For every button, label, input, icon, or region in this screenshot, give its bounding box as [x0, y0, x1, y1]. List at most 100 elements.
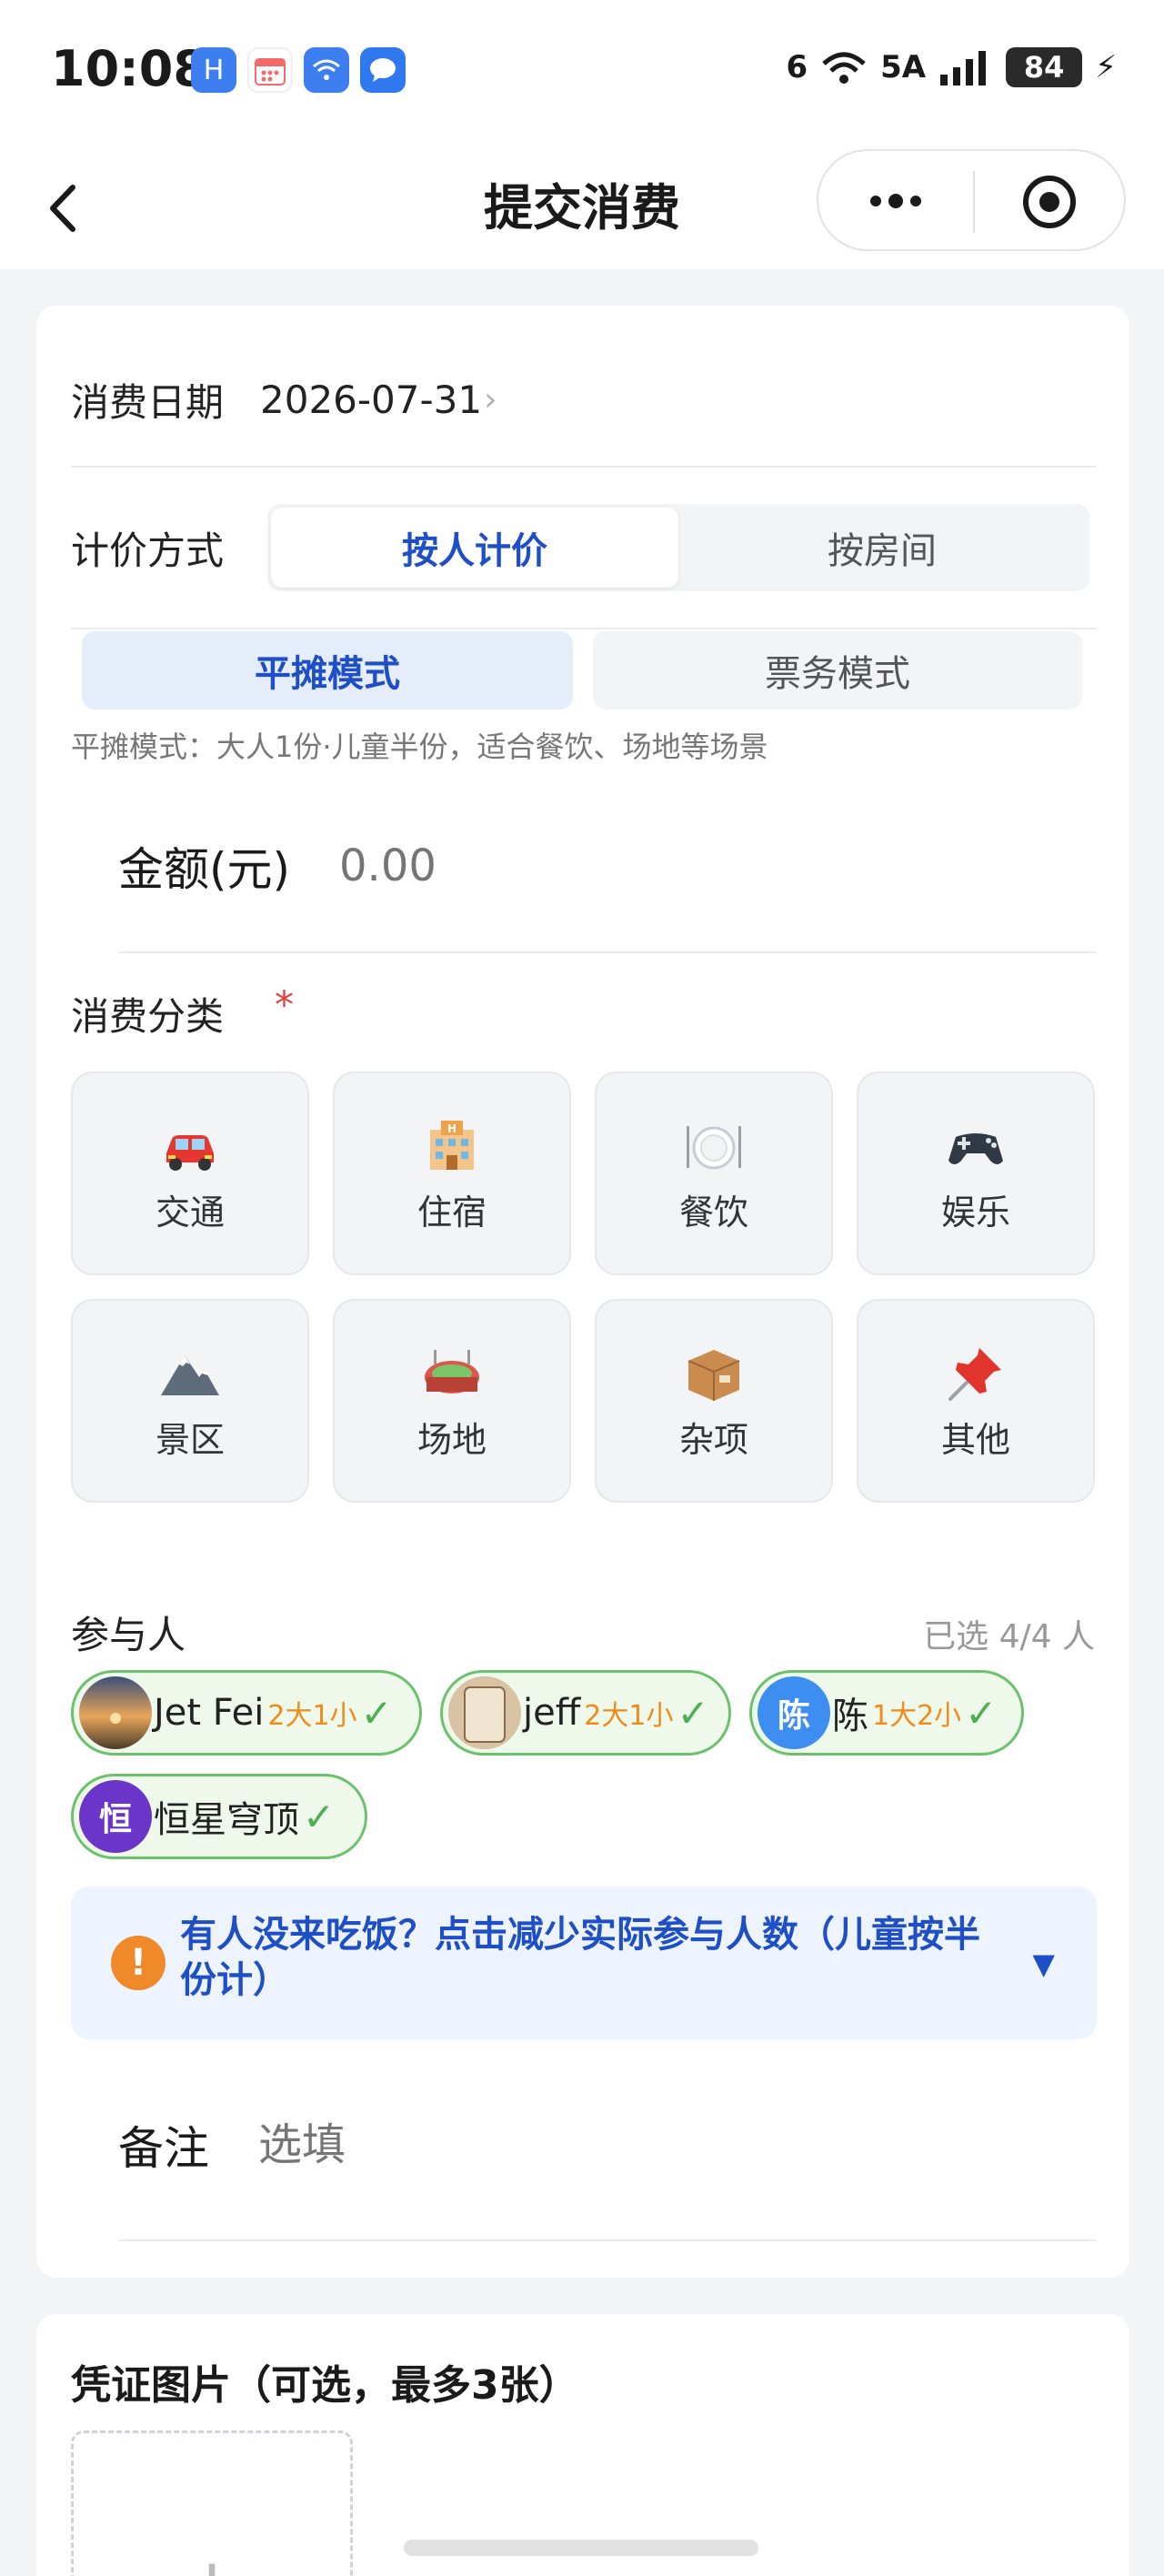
- category-label-lodging: 住宿: [416, 1192, 487, 1233]
- wifi-signal-icon: [822, 52, 866, 84]
- pricing-per-room-option[interactable]: 按房间: [678, 508, 1086, 588]
- divider: [118, 951, 1097, 953]
- capsule-divider: [973, 171, 975, 233]
- pricing-row: 计价方式 按人计价 按房间: [71, 504, 1090, 591]
- calendar-app-icon: [247, 47, 293, 93]
- pricing-per-person-option[interactable]: 按人计价: [271, 508, 679, 588]
- participant-chips: Jet Fei 2大1小 ✓ jeff 2大1小 ✓ 陈 陈 1大2小 ✓ 恒 …: [71, 1670, 1099, 1859]
- participant-name: 恒星穹顶: [154, 1799, 299, 1841]
- pricing-label: 计价方式: [71, 528, 225, 573]
- nav-bar: 提交消费: [0, 146, 1164, 269]
- participant-name: jeff: [523, 1692, 581, 1734]
- warning-icon: !: [111, 1936, 166, 1990]
- mountain-icon: [161, 1354, 219, 1395]
- mini-program-capsule: [817, 149, 1126, 251]
- split-mode-ticket-button[interactable]: 票务模式: [593, 631, 1082, 709]
- check-icon: ✓: [677, 1690, 709, 1736]
- car-icon: [166, 1134, 214, 1171]
- participant-chip[interactable]: 恒 恒星穹顶 ✓: [71, 1774, 367, 1859]
- avatar: [448, 1676, 521, 1749]
- participant-tag: 1大2小: [872, 1700, 962, 1732]
- category-label-transport: 交通: [155, 1192, 225, 1233]
- participant-chip[interactable]: Jet Fei 2大1小 ✓: [71, 1670, 422, 1756]
- participants-count: 已选 4/4 人: [923, 1618, 1095, 1655]
- category-venue[interactable]: 场地: [333, 1299, 571, 1503]
- voucher-title: 凭证图片（可选，最多3张）: [71, 2362, 579, 2409]
- amount-row: 金额(元): [118, 833, 977, 899]
- pricing-segmented-control: 按人计价 按房间: [267, 504, 1090, 591]
- upload-image-button[interactable]: +: [71, 2430, 353, 2576]
- category-label-venue: 场地: [416, 1419, 487, 1460]
- note-row: 备注: [118, 2112, 986, 2178]
- category-misc[interactable]: 杂项: [595, 1299, 833, 1503]
- hotel-icon: H: [430, 1120, 474, 1170]
- expense-form-card: 消费日期 2026-07-31 › 计价方式 按人计价 按房间 平摊模式 票务模…: [36, 306, 1129, 2278]
- divider: [71, 628, 1097, 629]
- package-icon: [687, 1349, 740, 1401]
- category-lodging[interactable]: H 住宿: [333, 1072, 571, 1275]
- category-label-dining: 餐饮: [678, 1192, 748, 1233]
- wifi-app-icon: [304, 47, 349, 93]
- stadium-icon: [425, 1349, 479, 1394]
- category-transport[interactable]: 交通: [71, 1072, 309, 1275]
- charging-icon: ⚡: [1095, 49, 1117, 86]
- category-label: 消费分类: [71, 994, 225, 1039]
- date-label: 消费日期: [71, 379, 225, 425]
- participant-chip[interactable]: jeff 2大1小 ✓: [440, 1670, 731, 1756]
- category-scenic[interactable]: 景区: [71, 1299, 309, 1503]
- avatar: 恒: [79, 1780, 152, 1853]
- avatar: [79, 1676, 152, 1749]
- category-grid: 交通 H 住宿 餐饮 娱乐 景区 场地 杂项 其他: [71, 1072, 1097, 1503]
- chevron-right-icon: ›: [484, 380, 497, 418]
- more-dots-icon[interactable]: [866, 178, 926, 224]
- svg-text:H: H: [447, 1122, 457, 1135]
- network-5a-label: 5A: [880, 49, 927, 86]
- divider: [71, 466, 1097, 468]
- category-label-other: 其他: [940, 1419, 1010, 1460]
- participant-tag: 2大1小: [584, 1700, 674, 1732]
- category-label-misc: 杂项: [678, 1419, 748, 1460]
- scroll-handle[interactable]: [404, 2540, 758, 2556]
- check-icon: ✓: [360, 1690, 393, 1736]
- split-mode-selector: 平摊模式 票务模式: [82, 631, 1082, 709]
- participant-tag: 2大1小: [267, 1700, 357, 1732]
- pushpin-icon: [948, 1347, 1001, 1401]
- mode-description: 平摊模式：大人1份·儿童半份，适合餐饮、场地等场景: [71, 730, 768, 764]
- status-bar: 10:08 H 6 5A 84 ⚡: [0, 0, 1164, 146]
- dining-icon: [687, 1125, 741, 1169]
- voucher-card: 凭证图片（可选，最多3张） +: [36, 2314, 1129, 2576]
- status-time: 10:08: [51, 40, 207, 97]
- close-target-icon[interactable]: [1020, 173, 1079, 231]
- absence-tip-banner[interactable]: ! 有人没来吃饭？点击减少实际参与人数（儿童按半份计） ▼: [71, 1887, 1097, 2039]
- amount-input[interactable]: [339, 840, 977, 891]
- participant-name: Jet Fei: [154, 1692, 265, 1734]
- date-value[interactable]: 2026-07-31: [260, 377, 482, 422]
- notification-app-icon: H: [191, 47, 236, 93]
- status-right: 6 5A 84 ⚡: [786, 47, 1117, 87]
- divider: [118, 2239, 1097, 2241]
- battery-indicator: 84: [1006, 47, 1083, 87]
- participant-name: 陈: [832, 1696, 868, 1737]
- tip-text: 有人没来吃饭？点击减少实际参与人数（儿童按半份计）: [180, 1914, 980, 2001]
- amount-label: 金额(元): [118, 843, 291, 896]
- date-row[interactable]: 消费日期 2026-07-31 ›: [71, 360, 497, 438]
- participants-label: 参与人: [71, 1613, 186, 1657]
- plus-icon: +: [74, 2542, 350, 2576]
- category-label-entertainment: 娱乐: [940, 1192, 1010, 1233]
- note-label: 备注: [118, 2122, 209, 2175]
- category-label-scenic: 景区: [155, 1419, 225, 1460]
- split-mode-even-button[interactable]: 平摊模式: [82, 631, 573, 709]
- category-other[interactable]: 其他: [857, 1299, 1095, 1503]
- note-input[interactable]: [258, 2119, 986, 2170]
- network-6g-label: 6: [786, 49, 808, 86]
- participant-chip[interactable]: 陈 陈 1大2小 ✓: [749, 1670, 1024, 1756]
- check-icon: ✓: [965, 1690, 998, 1736]
- cell-signal-icon: [940, 51, 987, 86]
- check-icon: ✓: [303, 1794, 336, 1839]
- category-entertainment[interactable]: 娱乐: [857, 1072, 1095, 1275]
- avatar: 陈: [758, 1676, 830, 1749]
- category-dining[interactable]: 餐饮: [595, 1072, 833, 1275]
- message-app-icon: [360, 47, 406, 93]
- expand-arrow-icon[interactable]: ▼: [1032, 1947, 1055, 1981]
- required-mark: *: [275, 982, 294, 1027]
